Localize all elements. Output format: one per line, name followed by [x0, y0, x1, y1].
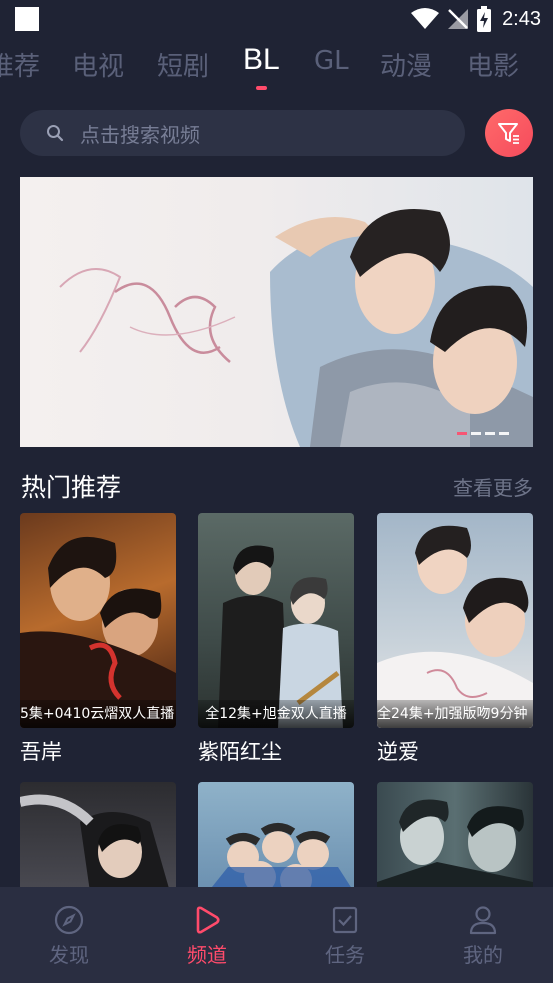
video-card[interactable]: 全12集+旭金双人直播 紫陌红尘	[198, 513, 354, 766]
poster-caption: 全24集+加强版吻9分钟	[377, 700, 533, 728]
video-card[interactable]: 5集+0410云熠双人直播 吾岸	[20, 513, 176, 766]
video-poster[interactable]	[20, 782, 176, 892]
section-title: 热门推荐	[21, 473, 122, 502]
poster-artwork	[377, 525, 533, 728]
active-tab-indicator	[256, 86, 267, 90]
nav-profile[interactable]: 我的	[414, 887, 552, 983]
video-poster[interactable]: 全24集+加强版吻9分钟	[377, 513, 533, 728]
nav-label: 频道	[187, 943, 227, 967]
filter-button[interactable]	[485, 109, 533, 157]
video-title[interactable]: 吾岸	[20, 736, 176, 766]
tab-short-drama[interactable]: 短剧	[157, 46, 209, 83]
banner-dot	[499, 432, 509, 435]
wifi-icon	[411, 8, 440, 29]
poster-caption: 5集+0410云熠双人直播	[20, 700, 176, 728]
search-icon	[47, 125, 64, 142]
tab-gl[interactable]: GL	[314, 46, 349, 76]
search-bar[interactable]: 点击搜索视频	[20, 110, 465, 156]
compass-icon	[54, 905, 84, 935]
task-icon	[332, 906, 358, 934]
video-title[interactable]: 紫陌红尘	[198, 736, 354, 766]
see-more-link[interactable]: 查看更多	[453, 472, 533, 501]
poster-artwork	[20, 536, 176, 728]
nav-label: 我的	[463, 943, 503, 967]
video-title[interactable]: 逆爱	[377, 736, 533, 766]
nav-tasks[interactable]: 任务	[276, 887, 414, 983]
tab-bl[interactable]: BL	[243, 43, 280, 77]
video-card[interactable]: 全24集+加强版吻9分钟 逆爱	[377, 513, 533, 766]
status-bar: 2:43	[0, 0, 553, 38]
video-poster[interactable]	[198, 782, 354, 892]
nav-discover[interactable]: 发现	[0, 887, 138, 983]
tab-anime[interactable]: 动漫	[380, 46, 432, 83]
tab-movie[interactable]: 电影	[467, 46, 519, 83]
notification-icon	[15, 7, 39, 31]
banner-dot	[457, 432, 467, 435]
user-icon	[469, 906, 497, 935]
poster-artwork	[377, 799, 533, 892]
banner-dot	[485, 432, 495, 435]
nav-channel[interactable]: 频道	[138, 887, 276, 983]
bottom-navigation: 发现 频道 任务 我的	[0, 887, 553, 983]
no-signal-icon	[448, 9, 469, 29]
tab-tv[interactable]: 电视	[72, 46, 124, 83]
filter-icon	[498, 123, 519, 144]
search-placeholder: 点击搜索视频	[80, 122, 200, 147]
video-poster[interactable]	[377, 782, 533, 892]
tab-recommend[interactable]: 推荐	[0, 46, 40, 83]
status-icons: 2:43	[410, 4, 541, 34]
category-tabs: 推荐 电视 短剧 BL GL 动漫 电影	[0, 40, 553, 92]
banner-dot	[471, 432, 481, 435]
banner-carousel[interactable]	[20, 177, 533, 447]
battery-charging-icon	[477, 6, 492, 32]
video-poster[interactable]: 全12集+旭金双人直播	[198, 513, 354, 728]
nav-label: 任务	[325, 943, 365, 967]
banner-artwork	[59, 209, 533, 447]
poster-artwork	[20, 794, 170, 892]
nav-label: 发现	[49, 943, 89, 967]
play-icon	[196, 906, 220, 934]
poster-artwork	[208, 823, 354, 892]
poster-artwork	[218, 545, 343, 728]
clock: 2:43	[502, 7, 541, 30]
banner-pagination	[457, 432, 509, 435]
video-poster[interactable]: 5集+0410云熠双人直播	[20, 513, 176, 728]
poster-caption: 全12集+旭金双人直播	[198, 700, 354, 728]
